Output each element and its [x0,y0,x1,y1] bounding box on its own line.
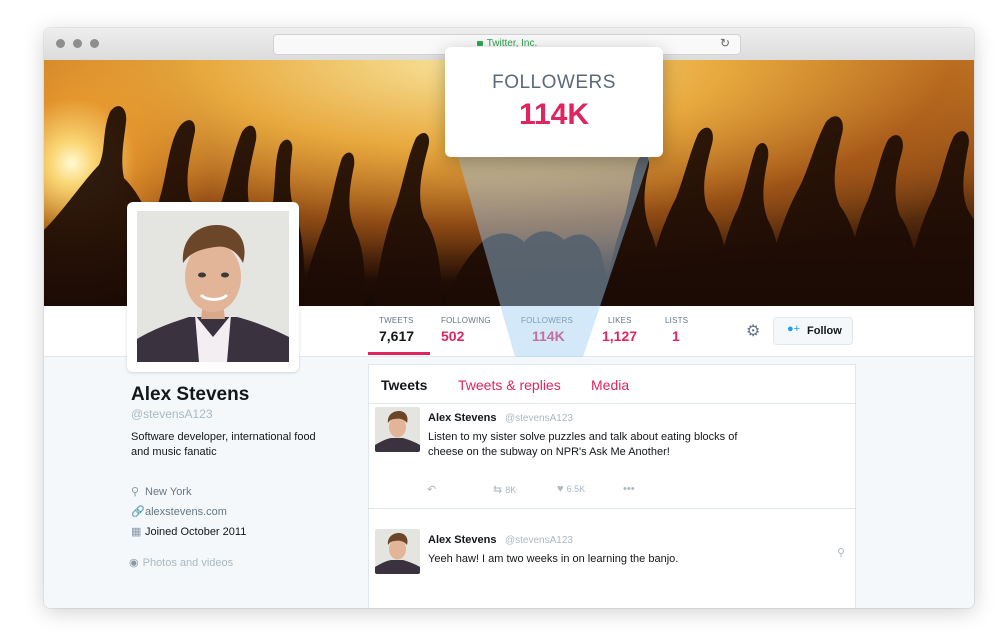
retweet-icon: ⇆ [493,607,502,608]
stat-value: 1,127 [602,328,638,344]
timeline-tabs: Tweets Tweets & replies Media [369,365,855,404]
tweet-avatar[interactable] [375,407,420,452]
link-icon: 🔗 [131,506,145,518]
stat-value: 114K [532,328,565,344]
retweet-icon: ⇆ [493,484,503,496]
tweet-author-handle[interactable]: @stevensA123 [505,535,573,546]
retweet-button[interactable]: ⇆ 8K [493,483,516,496]
lock-icon [476,41,483,46]
tweet-item[interactable]: Alex Stevens @stevensA123 Listen to my s… [369,404,855,509]
more-options-icon[interactable]: ••• [623,483,635,495]
tab-tweets[interactable]: Tweets [381,377,427,393]
stat-label: LIKES [608,316,632,325]
tweet-item[interactable]: Alex Stevens @stevensA123 ⚲ Yeeh haw! I … [369,526,855,608]
profile-website[interactable]: 🔗alexstevens.com [131,505,227,518]
follow-button-label: Follow [807,325,842,337]
minimize-window-button[interactable] [73,39,82,48]
profile-joined: ▦ Joined October 2011 [131,525,246,538]
calendar-icon: ▦ [131,526,142,538]
stat-label: FOLLOWERS [521,316,574,325]
photos-and-videos-link[interactable]: ◉ Photos and videos [129,556,233,569]
location-text: New York [145,486,192,498]
tweet-author-name[interactable]: Alex Stevens [428,412,496,424]
tweet-avatar[interactable] [375,529,420,574]
tab-media[interactable]: Media [591,377,629,393]
reply-icon[interactable]: ↶ [427,606,436,608]
follow-button[interactable]: ●+ Follow [773,317,853,345]
stat-value: 1 [672,328,680,344]
like-count: 0 [567,607,572,608]
stat-value: 502 [441,328,465,344]
like-count: 6.5K [566,484,586,494]
profile-bio: Software developer, international food a… [131,431,316,458]
callout-title: FOLLOWERS [492,72,616,93]
tweet-text: Listen to my sister solve puzzles and ta… [428,431,738,458]
avatar-photo [137,211,289,362]
location-pin-icon: ⚲ [836,547,845,559]
heart-icon: ♥ [557,606,564,608]
reload-icon[interactable]: ↻ [720,36,730,50]
gear-icon[interactable]: ⚙ [746,321,760,341]
retweet-count: 8K [505,485,517,495]
like-button[interactable]: ♥ 6.5K [557,483,585,495]
stat-lists[interactable]: LISTS 1 [665,316,688,344]
stat-likes[interactable]: LIKES 1,127 [602,316,637,344]
joined-text: Joined October 2011 [145,526,247,538]
more-options-icon[interactable]: ••• [623,606,635,608]
maximize-window-button[interactable] [90,39,99,48]
heart-icon: ♥ [557,483,564,495]
tab-tweets-and-replies[interactable]: Tweets & replies [458,377,561,393]
stat-followers[interactable]: FOLLOWERS 114K [521,316,573,344]
profile-handle: @stevensA123 [131,407,213,421]
profile-location: ⚲ New York [131,485,191,498]
reply-icon[interactable]: ↶ [427,483,436,496]
retweet-button[interactable]: ⇆ 0 [493,606,510,608]
photos-label: Photos and videos [142,557,234,569]
like-button[interactable]: ♥ 0 [557,606,572,608]
stat-following[interactable]: FOLLOWING 502 [441,316,491,344]
tweet-author-handle[interactable]: @stevensA123 [505,413,573,424]
camera-icon: ◉ [129,557,139,569]
profile-name: Alex Stevens [131,384,250,405]
stat-label: FOLLOWING [441,316,491,325]
stat-value: 7,617 [379,328,415,344]
stat-label: LISTS [665,316,689,325]
location-pin-icon: ⚲ [131,486,140,498]
profile-avatar[interactable] [127,202,299,372]
tweet-author-name[interactable]: Alex Stevens [428,534,496,546]
website-link[interactable]: alexstevens.com [145,506,227,518]
callout-value: 114K [518,98,590,131]
close-window-button[interactable] [56,39,65,48]
add-user-icon: ●+ [787,323,801,335]
followers-callout: FOLLOWERS 114K [445,47,663,157]
stat-tweets[interactable]: TWEETS 7,617 [379,316,414,344]
tweet-text: Yeeh haw! I am two weeks in on learning … [428,553,679,565]
active-tab-indicator [368,352,430,355]
stat-label: TWEETS [379,316,414,325]
timeline: Tweets Tweets & replies Media Alex Steve… [368,364,856,608]
